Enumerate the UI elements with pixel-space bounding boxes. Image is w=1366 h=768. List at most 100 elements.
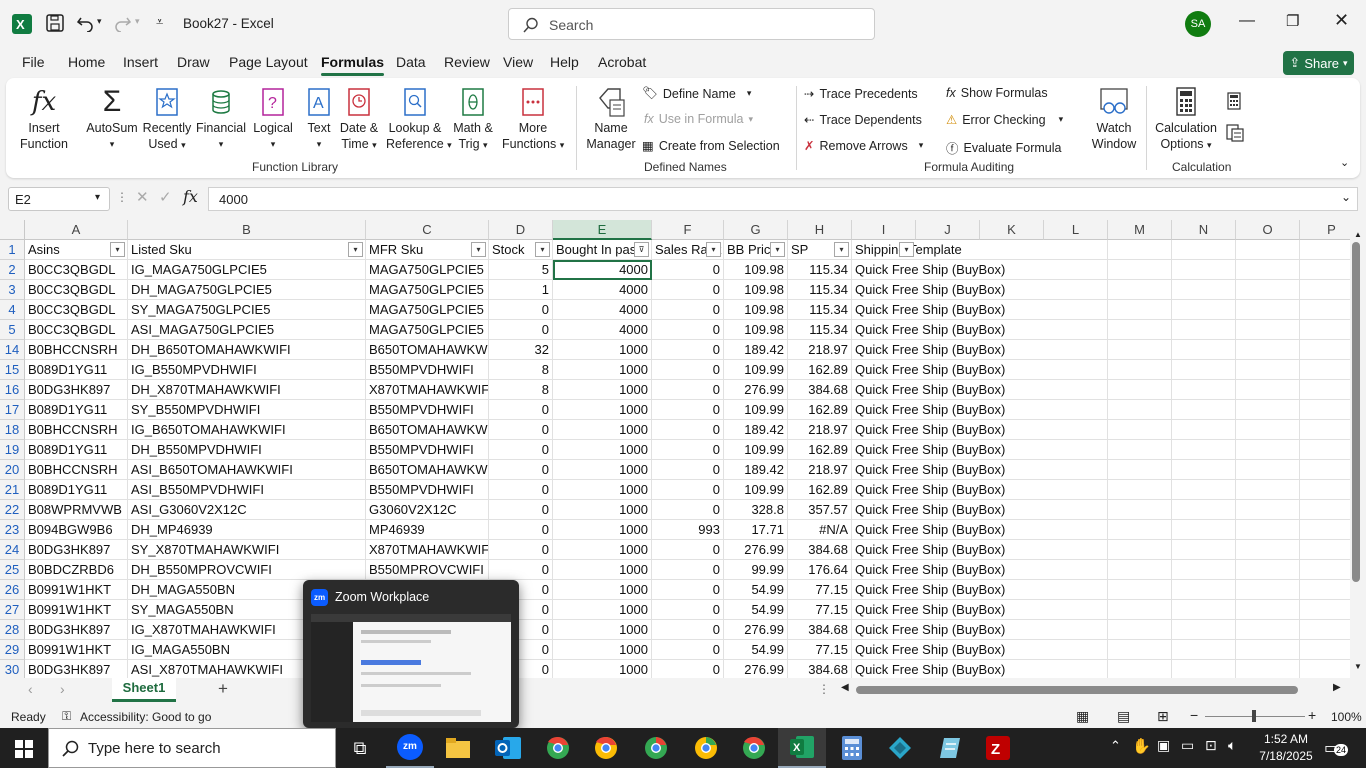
table-cell[interactable]: B0DG3HK897 — [25, 380, 128, 400]
table-cell[interactable]: X870TMAHAWKWIFI — [366, 540, 489, 560]
scroll-down-icon[interactable]: ▼ — [1354, 662, 1362, 671]
table-cell[interactable]: 1000 — [553, 460, 652, 480]
column-header-l[interactable]: L — [1044, 220, 1108, 240]
empty-cell[interactable] — [1172, 260, 1236, 280]
empty-cell[interactable] — [1044, 260, 1108, 280]
table-cell[interactable]: 109.99 — [724, 400, 788, 420]
table-cell[interactable]: 4000 — [553, 320, 652, 340]
table-cell[interactable]: 162.89 — [788, 440, 852, 460]
empty-cell[interactable] — [1300, 360, 1350, 380]
table-cell[interactable]: 0 — [489, 480, 553, 500]
filter-dropdown-icon[interactable]: ▾ — [770, 242, 785, 257]
table-cell[interactable]: B650TOMAHAWKWIFI — [366, 460, 489, 480]
filter-dropdown-icon[interactable]: ▾ — [834, 242, 849, 257]
minimize-button[interactable]: — — [1239, 12, 1255, 30]
evaluate-formula-button[interactable]: ⓕ Evaluate Formula — [946, 138, 1061, 157]
math-trig-button[interactable]: Math & Trig ▾ — [450, 86, 496, 153]
show-hidden-icons-icon[interactable]: ⌃ — [1110, 738, 1121, 754]
table-cell[interactable]: Quick Free Ship (BuyBox) — [852, 380, 1052, 400]
empty-cell[interactable] — [1108, 640, 1172, 660]
table-cell[interactable]: 1000 — [553, 540, 652, 560]
error-checking-button[interactable]: ⚠ Error Checking ▾ — [946, 112, 1063, 128]
table-cell[interactable]: MAGA750GLPCIE5 — [366, 320, 489, 340]
row-header[interactable]: 15 — [0, 360, 25, 380]
row-header[interactable]: 22 — [0, 500, 25, 520]
row-header[interactable]: 14 — [0, 340, 25, 360]
table-cell[interactable]: 109.99 — [724, 480, 788, 500]
empty-cell[interactable] — [1108, 300, 1172, 320]
table-cell[interactable]: Quick Free Ship (BuyBox) — [852, 260, 1052, 280]
table-cell[interactable]: 1000 — [553, 620, 652, 640]
table-cell[interactable]: DH_B650TOMAHAWKWIFI — [128, 340, 366, 360]
row-header[interactable]: 23 — [0, 520, 25, 540]
table-cell[interactable]: 0 — [489, 440, 553, 460]
table-cell[interactable]: 1000 — [553, 440, 652, 460]
table-cell[interactable]: B0DG3HK897 — [25, 660, 128, 678]
empty-cell[interactable] — [1172, 640, 1236, 660]
table-cell[interactable]: B0CC3QBGDL — [25, 260, 128, 280]
autosum-button[interactable]: Σ AutoSum ▾ — [86, 86, 138, 152]
more-functions-button[interactable]: More Functions ▾ — [502, 86, 564, 153]
table-cell[interactable]: 384.68 — [788, 540, 852, 560]
header-cell[interactable]: BB Price ▾ — [724, 240, 788, 260]
undo-icon[interactable] — [76, 14, 94, 32]
table-cell[interactable]: 109.99 — [724, 360, 788, 380]
zoom-taskbar-icon[interactable]: zm — [386, 728, 434, 768]
tab-home[interactable]: Home — [68, 54, 105, 70]
empty-cell[interactable] — [1108, 360, 1172, 380]
empty-cell[interactable] — [1044, 640, 1108, 660]
scroll-left-icon[interactable]: ◀ — [841, 682, 849, 693]
task-view-icon[interactable]: ⧉ — [336, 728, 384, 768]
empty-cell[interactable] — [1108, 260, 1172, 280]
table-cell[interactable]: 0 — [652, 460, 724, 480]
column-header-p[interactable]: P — [1300, 220, 1350, 240]
filter-dropdown-icon[interactable]: ▾ — [348, 242, 363, 257]
table-cell[interactable]: B0BHCCNSRH — [25, 340, 128, 360]
empty-cell[interactable] — [1044, 460, 1108, 480]
empty-cell[interactable] — [1300, 340, 1350, 360]
empty-cell[interactable] — [1108, 460, 1172, 480]
calculation-options-button[interactable]: Calculation Options ▾ — [1154, 86, 1218, 153]
empty-cell[interactable] — [1300, 300, 1350, 320]
empty-cell[interactable] — [1044, 620, 1108, 640]
empty-cell[interactable] — [1300, 240, 1350, 260]
table-cell[interactable]: B0CC3QBGDL — [25, 320, 128, 340]
empty-cell[interactable] — [1108, 240, 1172, 260]
scroll-tabs-left-icon[interactable]: ‹ — [28, 681, 33, 697]
table-cell[interactable]: 176.64 — [788, 560, 852, 580]
empty-cell[interactable] — [1300, 400, 1350, 420]
table-cell[interactable]: SY_B550MPVDHWIFI — [128, 400, 366, 420]
empty-cell[interactable] — [1108, 500, 1172, 520]
empty-cell[interactable] — [1236, 540, 1300, 560]
table-cell[interactable]: 0 — [652, 360, 724, 380]
show-formulas-button[interactable]: fx Show Formulas — [946, 86, 1048, 100]
table-cell[interactable]: 1000 — [553, 340, 652, 360]
empty-cell[interactable] — [1236, 560, 1300, 580]
empty-cell[interactable] — [1108, 540, 1172, 560]
financial-button[interactable]: Financial ▾ — [196, 86, 246, 152]
empty-cell[interactable] — [1044, 580, 1108, 600]
table-cell[interactable]: 77.15 — [788, 600, 852, 620]
empty-cell[interactable] — [1300, 500, 1350, 520]
header-cell[interactable]: Bought In past ⊽ — [553, 240, 652, 260]
table-cell[interactable]: Quick Free Ship (BuyBox) — [852, 300, 1052, 320]
calculate-now-icon[interactable] — [1226, 92, 1242, 110]
define-name-button[interactable]: 🏷 Define Name ▾ — [642, 86, 751, 101]
empty-cell[interactable] — [1236, 240, 1300, 260]
empty-cell[interactable] — [1236, 320, 1300, 340]
table-cell[interactable]: 115.34 — [788, 260, 852, 280]
row-header[interactable]: 30 — [0, 660, 25, 678]
table-cell[interactable]: 0 — [652, 420, 724, 440]
user-avatar[interactable]: SA — [1185, 11, 1211, 37]
column-header-n[interactable]: N — [1172, 220, 1236, 240]
tab-acrobat[interactable]: Acrobat — [598, 54, 646, 70]
empty-cell[interactable] — [1172, 400, 1236, 420]
name-manager-button[interactable]: Name Manager — [584, 86, 638, 152]
insert-function-button[interactable]: fx Insert Function — [18, 86, 70, 152]
tray-meet-icon[interactable]: ▣ — [1157, 737, 1170, 754]
header-cell[interactable]: Listed Sku ▾ — [128, 240, 366, 260]
empty-cell[interactable] — [1236, 580, 1300, 600]
table-cell[interactable]: 218.97 — [788, 420, 852, 440]
row-header[interactable]: 17 — [0, 400, 25, 420]
table-cell[interactable]: 77.15 — [788, 580, 852, 600]
